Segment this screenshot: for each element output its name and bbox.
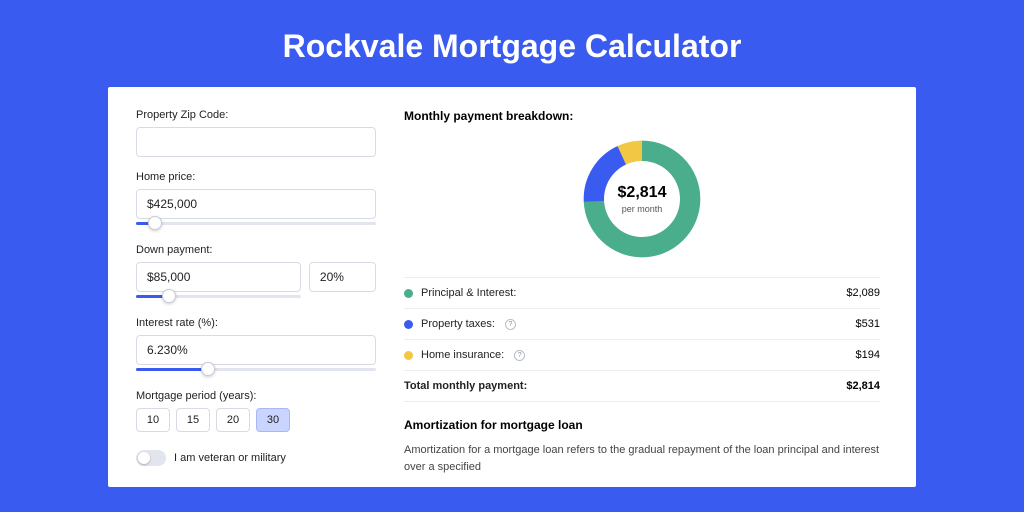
legend-row: Home insurance:? $194 (404, 340, 880, 371)
zip-input[interactable] (136, 127, 376, 157)
home-price-slider[interactable] (136, 218, 376, 230)
breakdown-legend: Principal & Interest: $2,089 Property taxe… (404, 277, 880, 402)
donut-center: $2,814 per month (604, 161, 680, 237)
legend-dot (404, 351, 413, 360)
amortization-body: Amortization for a mortgage loan refers … (404, 442, 880, 475)
legend-row: Principal & Interest: $2,089 (404, 278, 880, 309)
inputs-panel: Property Zip Code: Home price: Down paym… (136, 109, 376, 487)
amortization-title: Amortization for mortgage loan (404, 418, 880, 432)
legend-row: Property taxes:? $531 (404, 309, 880, 340)
period-group: Mortgage period (years): 10152030 (136, 390, 376, 432)
period-option-10[interactable]: 10 (136, 408, 170, 432)
period-option-20[interactable]: 20 (216, 408, 250, 432)
donut-chart-wrap: $2,814 per month (404, 129, 880, 277)
period-options: 10152030 (136, 408, 376, 432)
legend-amount: $2,089 (846, 287, 880, 299)
zip-label: Property Zip Code: (136, 109, 376, 121)
legend-amount: $194 (856, 349, 880, 361)
donut-chart: $2,814 per month (582, 139, 702, 259)
legend-total-amount: $2,814 (846, 380, 880, 392)
down-payment-group: Down payment: (136, 244, 376, 303)
amortization-section: Amortization for mortgage loan Amortizat… (404, 418, 880, 475)
donut-center-label: per month (622, 204, 663, 214)
period-option-30[interactable]: 30 (256, 408, 290, 432)
breakdown-title: Monthly payment breakdown: (404, 109, 880, 123)
legend-dot (404, 320, 413, 329)
breakdown-panel: Monthly payment breakdown: $2,814 per mo… (404, 109, 880, 487)
home-price-label: Home price: (136, 171, 376, 183)
veteran-label: I am veteran or military (174, 452, 286, 464)
period-label: Mortgage period (years): (136, 390, 376, 402)
rate-group: Interest rate (%): (136, 317, 376, 376)
calculator-card: Property Zip Code: Home price: Down paym… (108, 87, 916, 487)
down-payment-pct-input[interactable] (309, 262, 376, 292)
donut-center-value: $2,814 (618, 184, 667, 202)
info-icon[interactable]: ? (505, 319, 516, 330)
home-price-group: Home price: (136, 171, 376, 230)
home-price-input[interactable] (136, 189, 376, 219)
legend-name: Principal & Interest: (421, 287, 516, 299)
down-payment-label: Down payment: (136, 244, 376, 256)
legend-name: Property taxes: (421, 318, 495, 330)
down-payment-slider[interactable] (136, 291, 301, 303)
down-payment-input[interactable] (136, 262, 301, 292)
rate-label: Interest rate (%): (136, 317, 376, 329)
period-option-15[interactable]: 15 (176, 408, 210, 432)
rate-input[interactable] (136, 335, 376, 365)
veteran-row: I am veteran or military (136, 450, 376, 466)
page-title: Rockvale Mortgage Calculator (0, 0, 1024, 87)
rate-slider[interactable] (136, 364, 376, 376)
legend-total-name: Total monthly payment: (404, 380, 527, 392)
legend-dot (404, 289, 413, 298)
legend-name: Home insurance: (421, 349, 504, 361)
info-icon[interactable]: ? (514, 350, 525, 361)
legend-total-row: Total monthly payment: $2,814 (404, 371, 880, 402)
legend-amount: $531 (856, 318, 880, 330)
veteran-toggle[interactable] (136, 450, 166, 466)
zip-group: Property Zip Code: (136, 109, 376, 157)
